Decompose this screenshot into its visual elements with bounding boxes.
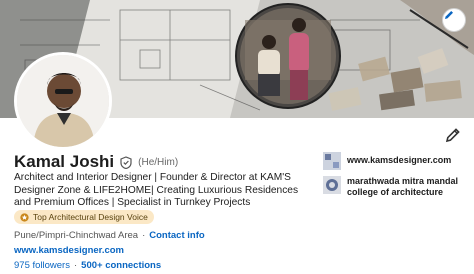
company-logo-icon [323, 152, 341, 170]
badge-label: Top Architectural Design Voice [33, 212, 148, 222]
pronouns: (He/Him) [138, 156, 179, 168]
website-link[interactable]: www.kamsdesigner.com [14, 245, 124, 256]
contact-info-link[interactable]: Contact info [149, 230, 204, 241]
followers-link[interactable]: 975 followers [14, 260, 70, 271]
location-row: Pune/Pimpri-Chinchwad Area · Contact inf… [14, 230, 205, 241]
company-name: www.kamsdesigner.com [347, 155, 452, 165]
name-row: Kamal Joshi (He/Him) [14, 152, 178, 172]
verified-shield-icon[interactable] [120, 155, 132, 169]
profile-headline: Architect and Interior Designer | Founde… [14, 172, 299, 208]
avatar[interactable] [14, 52, 112, 150]
pencil-icon [445, 128, 460, 143]
star-badge-icon [20, 212, 29, 222]
avatar-photo [17, 55, 109, 147]
school-name: marathwada mitra mandal college of archi… [347, 176, 459, 197]
stats-separator: · [73, 260, 78, 271]
top-voice-badge[interactable]: Top Architectural Design Voice [14, 210, 154, 224]
network-stats: 975 followers · 500+ connections [14, 260, 161, 271]
location-separator: · [142, 230, 146, 241]
profile-name: Kamal Joshi [14, 152, 115, 171]
school-logo-icon [323, 176, 341, 194]
location-text: Pune/Pimpri-Chinchwad Area [14, 230, 139, 241]
edit-profile-button[interactable] [444, 126, 462, 144]
connections-link[interactable]: 500+ connections [81, 260, 161, 271]
company-item[interactable]: www.kamsdesigner.com [323, 152, 451, 170]
pencil-icon [445, 11, 453, 19]
edit-banner-button[interactable] [442, 8, 466, 32]
education-item[interactable]: marathwada mitra mandal college of archi… [323, 176, 463, 198]
